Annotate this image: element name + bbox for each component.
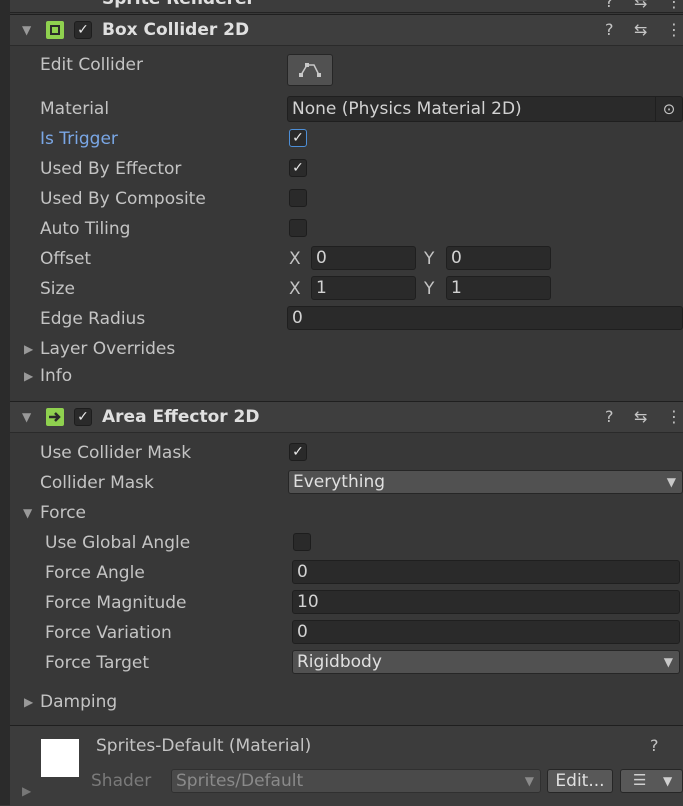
force-variation-field[interactable]: 0 xyxy=(292,620,680,644)
info-foldout[interactable]: Info xyxy=(40,366,72,386)
object-picker-icon[interactable]: ⊙ xyxy=(655,97,682,121)
size-x-axis-label: X xyxy=(289,279,301,299)
size-y-axis-label: Y xyxy=(424,279,435,299)
auto-tiling-label: Auto Tiling xyxy=(40,219,131,239)
kebab-menu-icon[interactable]: ⋮ xyxy=(666,407,682,426)
is-trigger-checkbox[interactable]: ✓ xyxy=(289,129,307,147)
shader-label: Shader xyxy=(91,771,152,791)
foldout-arrow-icon[interactable]: ▶ xyxy=(24,369,33,383)
use-global-angle-checkbox[interactable] xyxy=(293,533,311,551)
preset-icon[interactable]: ⇆ xyxy=(634,407,647,426)
dropdown-arrow-icon: ▼ xyxy=(666,475,676,489)
use-global-angle-label: Use Global Angle xyxy=(45,533,191,553)
use-collider-mask-checkbox[interactable]: ✓ xyxy=(289,443,307,461)
shader-edit-button[interactable]: Edit... xyxy=(547,769,613,793)
sprite-renderer-title: Sprite Renderer xyxy=(102,0,255,9)
force-magnitude-field[interactable]: 10 xyxy=(292,590,680,614)
foldout-arrow-icon[interactable]: ▶ xyxy=(24,695,33,709)
collider-mask-value: Everything xyxy=(293,472,386,492)
material-field[interactable]: None (Physics Material 2D) ⊙ xyxy=(287,96,683,122)
dropdown-arrow-icon: ▼ xyxy=(663,655,673,669)
layer-overrides-foldout[interactable]: Layer Overrides xyxy=(40,339,175,359)
box-collider-icon xyxy=(46,21,64,39)
dropdown-arrow-icon: ▼ xyxy=(663,774,673,788)
offset-x-axis-label: X xyxy=(289,249,301,269)
preset-icon[interactable]: ⇆ xyxy=(634,0,647,11)
area-effector-header[interactable]: ▼ ✓ Area Effector 2D ? ⇆ ⋮ xyxy=(10,401,683,433)
sprite-renderer-header[interactable]: Sprite Renderer ? ⇆ ⋮ xyxy=(0,0,683,13)
list-icon: ☰ xyxy=(633,771,647,789)
force-target-dropdown[interactable]: Rigidbody ▼ xyxy=(292,650,680,674)
force-variation-label: Force Variation xyxy=(45,623,172,643)
help-icon[interactable]: ? xyxy=(605,20,614,39)
area-effector-enabled-checkbox[interactable]: ✓ xyxy=(74,408,92,426)
size-y-field[interactable]: 1 xyxy=(446,276,551,300)
help-icon[interactable]: ? xyxy=(650,736,659,755)
preset-icon[interactable]: ⇆ xyxy=(634,20,647,39)
material-section: Sprites-Default (Material) ? ⋮ ▶ Shader … xyxy=(10,725,683,806)
box-collider-enabled-checkbox[interactable]: ✓ xyxy=(74,21,92,39)
area-effector-title: Area Effector 2D xyxy=(102,407,260,427)
force-target-label: Force Target xyxy=(45,653,149,673)
auto-tiling-checkbox[interactable] xyxy=(289,219,307,237)
shader-options-dropdown[interactable]: ☰ ▼ xyxy=(620,769,683,793)
force-angle-field[interactable]: 0 xyxy=(292,560,680,584)
edit-collider-icon xyxy=(299,63,321,77)
force-angle-label: Force Angle xyxy=(45,563,145,583)
help-icon[interactable]: ? xyxy=(605,407,614,426)
damping-foldout[interactable]: Damping xyxy=(40,692,117,712)
foldout-arrow-icon[interactable]: ▶ xyxy=(24,342,33,356)
shader-value: Sprites/Default xyxy=(176,771,304,791)
help-icon[interactable]: ? xyxy=(605,0,614,11)
use-collider-mask-label: Use Collider Mask xyxy=(40,443,192,463)
shader-dropdown[interactable]: Sprites/Default ▼ xyxy=(171,769,541,793)
foldout-arrow-icon[interactable]: ▼ xyxy=(22,23,31,37)
material-preview-thumbnail[interactable] xyxy=(41,739,79,777)
collider-mask-dropdown[interactable]: Everything ▼ xyxy=(288,470,683,494)
collider-mask-label: Collider Mask xyxy=(40,473,154,493)
material-name: Sprites-Default (Material) xyxy=(96,736,312,756)
area-effector-icon xyxy=(46,408,64,426)
edit-collider-label: Edit Collider xyxy=(40,55,144,75)
force-magnitude-label: Force Magnitude xyxy=(45,593,187,613)
edit-collider-button[interactable] xyxy=(287,54,333,86)
force-target-value: Rigidbody xyxy=(297,652,382,672)
offset-label: Offset xyxy=(40,249,92,269)
inspector-left-strip xyxy=(0,0,10,805)
kebab-menu-icon[interactable]: ⋮ xyxy=(676,736,683,755)
offset-x-field[interactable]: 0 xyxy=(311,246,416,270)
offset-y-field[interactable]: 0 xyxy=(446,246,551,270)
used-by-composite-label: Used By Composite xyxy=(40,189,206,209)
edge-radius-field[interactable]: 0 xyxy=(287,306,683,330)
size-label: Size xyxy=(40,279,75,299)
foldout-arrow-icon[interactable]: ▼ xyxy=(22,410,31,424)
dropdown-arrow-icon: ▼ xyxy=(524,774,534,788)
box-collider-title: Box Collider 2D xyxy=(102,20,250,40)
used-by-effector-checkbox[interactable]: ✓ xyxy=(289,159,307,177)
force-foldout[interactable]: Force xyxy=(40,503,86,523)
used-by-composite-checkbox[interactable] xyxy=(289,189,307,207)
offset-y-axis-label: Y xyxy=(424,249,435,269)
size-x-field[interactable]: 1 xyxy=(311,276,416,300)
foldout-arrow-icon[interactable]: ▼ xyxy=(23,506,32,520)
kebab-menu-icon[interactable]: ⋮ xyxy=(666,0,682,11)
used-by-effector-label: Used By Effector xyxy=(40,159,182,179)
box-collider-header[interactable]: ▼ ✓ Box Collider 2D ? ⇆ ⋮ xyxy=(10,14,683,46)
material-value: None (Physics Material 2D) xyxy=(292,99,522,119)
edge-radius-label: Edge Radius xyxy=(40,309,146,329)
is-trigger-label: Is Trigger xyxy=(40,129,118,149)
kebab-menu-icon[interactable]: ⋮ xyxy=(666,20,682,39)
foldout-arrow-icon[interactable]: ▶ xyxy=(22,784,31,798)
material-label: Material xyxy=(40,99,110,119)
